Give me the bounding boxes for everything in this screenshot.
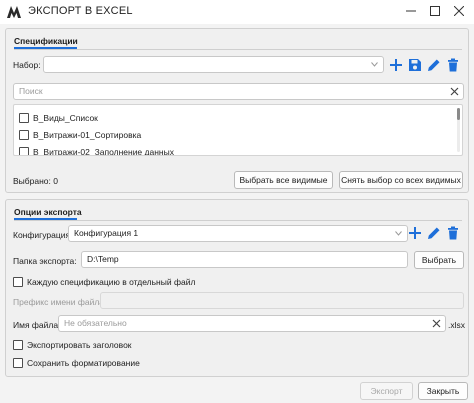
scrollbar-thumb[interactable] <box>457 108 460 120</box>
close-button[interactable]: Закрыть <box>418 382 468 400</box>
export-options-title: Опции экспорта <box>14 207 82 217</box>
dialog-footer: Экспорт Закрыть <box>0 381 474 403</box>
maximize-icon <box>430 6 440 16</box>
list-item[interactable]: В_Витражи-01_Сортировка <box>19 128 141 142</box>
prefix-label: Префикс имени файла: <box>13 297 107 307</box>
title-bar: ЭКСПОРТ В EXCEL <box>0 0 474 24</box>
list-item-checkbox[interactable] <box>19 113 29 123</box>
close-icon <box>454 6 464 16</box>
list-item[interactable]: В_Виды_Список <box>19 111 98 125</box>
filename-label: Имя файла: <box>13 320 61 330</box>
delete-set-icon[interactable] <box>445 57 461 73</box>
export-headers-checkbox[interactable] <box>13 340 23 350</box>
window-title: ЭКСПОРТ В EXCEL <box>28 5 133 17</box>
chevron-down-icon <box>371 62 378 67</box>
clear-filename-icon[interactable] <box>431 318 442 329</box>
app-logo-icon <box>7 6 21 18</box>
configuration-value: Конфигурация 1 <box>74 228 139 238</box>
dialog-body: Спецификации Набор: Поиск В_Виды_Список … <box>0 24 474 381</box>
deselect-all-visible-button[interactable]: Снять выбор со всех видимых <box>339 171 463 189</box>
keep-formatting-label: Сохранить форматирование <box>27 358 140 368</box>
search-placeholder: Поиск <box>19 86 43 96</box>
export-folder-value: D:\Temp <box>87 254 119 264</box>
close-window-button[interactable] <box>448 2 470 20</box>
keep-formatting-checkbox[interactable] <box>13 358 23 368</box>
edit-set-icon[interactable] <box>426 57 442 73</box>
list-item-label: В_Виды_Список <box>33 113 98 123</box>
export-headers-label: Экспортировать заголовок <box>27 340 132 350</box>
group-divider <box>14 220 462 221</box>
edit-configuration-icon[interactable] <box>426 225 442 241</box>
filename-placeholder: Не обязательно <box>64 318 127 328</box>
select-all-visible-button[interactable]: Выбрать все видимые <box>234 171 333 189</box>
minimize-button[interactable] <box>400 2 422 20</box>
list-scrollbar[interactable] <box>457 108 460 152</box>
list-item-checkbox[interactable] <box>19 130 29 140</box>
configuration-combobox[interactable]: Конфигурация 1 <box>68 225 408 242</box>
group-divider <box>14 49 462 50</box>
search-input[interactable]: Поиск <box>13 83 464 100</box>
list-item[interactable]: В_Витражи-02_Заполнение данных <box>19 145 174 156</box>
list-item-label: В_Витражи-02_Заполнение данных <box>33 147 174 156</box>
list-item-checkbox[interactable] <box>19 147 29 155</box>
specifications-group: Спецификации Набор: Поиск В_Виды_Список … <box>5 28 469 193</box>
prefix-input[interactable] <box>100 292 464 309</box>
set-label: Набор: <box>13 60 41 70</box>
chevron-down-icon <box>395 231 402 236</box>
maximize-button[interactable] <box>424 2 446 20</box>
delete-configuration-icon[interactable] <box>445 225 461 241</box>
specifications-list: В_Виды_Список В_Витражи-01_Сортировка В_… <box>13 104 463 156</box>
configuration-label: Конфигурация: <box>13 230 73 240</box>
add-configuration-icon[interactable] <box>407 225 423 241</box>
export-options-group: Опции экспорта Конфигурация: Конфигураци… <box>5 199 469 377</box>
separate-file-checkbox[interactable] <box>13 277 23 287</box>
save-set-icon[interactable] <box>407 57 423 73</box>
filename-input[interactable]: Не обязательно <box>58 315 446 332</box>
add-set-icon[interactable] <box>388 57 404 73</box>
set-combobox[interactable] <box>43 56 384 73</box>
separate-file-checkbox-row[interactable]: Каждую спецификацию в отдельный файл <box>13 276 195 288</box>
export-headers-checkbox-row[interactable]: Экспортировать заголовок <box>13 339 132 351</box>
export-folder-input[interactable]: D:\Temp <box>81 251 408 268</box>
list-item-label: В_Витражи-01_Сортировка <box>33 130 142 140</box>
specifications-title: Спецификации <box>14 36 78 46</box>
separate-file-label: Каждую спецификацию в отдельный файл <box>27 277 196 287</box>
keep-formatting-checkbox-row[interactable]: Сохранить форматирование <box>13 357 140 369</box>
export-folder-label: Папка экспорта: <box>13 256 77 266</box>
minimize-icon <box>406 10 416 12</box>
selected-count: Выбрано: 0 <box>13 176 58 186</box>
browse-folder-button[interactable]: Выбрать <box>414 251 464 269</box>
export-button[interactable]: Экспорт <box>360 382 413 400</box>
clear-search-icon[interactable] <box>449 86 460 97</box>
filename-extension: .xlsx <box>448 320 465 330</box>
